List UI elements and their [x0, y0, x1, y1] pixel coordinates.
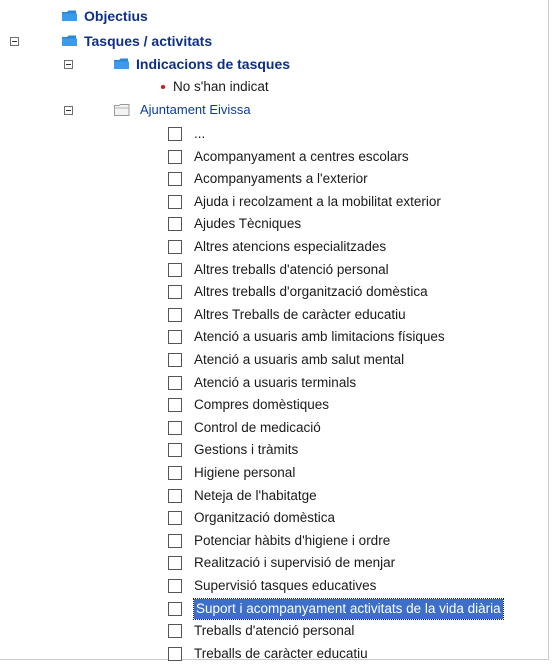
tree-node-label: No s'han indicat — [173, 79, 269, 94]
task-checkbox[interactable] — [168, 240, 182, 254]
task-label: Realització i supervisió de menjar — [194, 555, 396, 570]
task-label: Treballs d'atenció personal — [194, 623, 355, 638]
task-checkbox[interactable] — [168, 421, 182, 435]
task-checkbox[interactable] — [168, 330, 182, 344]
task-label: Neteja de l'habitatge — [194, 488, 317, 503]
task-checkbox[interactable] — [168, 127, 182, 141]
task-label: Compres domèstiques — [194, 397, 330, 412]
task-label: Supervisió tasques educatives — [194, 578, 377, 593]
task-label: Potenciar hàbits d'higiene i ordre — [194, 533, 391, 548]
task-label: Ajudes Tècniques — [194, 216, 302, 231]
task-label: ... — [194, 126, 206, 141]
task-checkbox[interactable] — [168, 217, 182, 231]
folder-icon — [62, 10, 77, 21]
folder-icon — [62, 35, 77, 46]
tree-node-label: Objectius — [84, 8, 148, 24]
task-label: Atenció a usuaris terminals — [194, 375, 357, 390]
tree-panel: Objectius Tasques / activitats Indicacio… — [0, 0, 549, 661]
task-label: Ajuda i recolzament a la mobilitat exter… — [194, 194, 441, 209]
collapse-toggle[interactable] — [64, 60, 73, 69]
task-checkbox[interactable] — [168, 556, 182, 570]
task-label: Control de medicació — [194, 420, 321, 435]
task-checkbox[interactable] — [168, 489, 182, 503]
folder-icon — [114, 58, 129, 69]
task-label: Gestions i tràmits — [194, 442, 299, 457]
task-checkbox[interactable] — [168, 534, 182, 548]
task-checkbox[interactable] — [168, 308, 182, 322]
folder-open-icon — [114, 104, 130, 116]
task-checkbox[interactable] — [168, 466, 182, 480]
task-label: Atenció a usuaris amb limitacions físiqu… — [194, 329, 445, 344]
tree-node-label: Ajuntament Eivissa — [140, 102, 251, 117]
task-checkbox[interactable] — [168, 647, 182, 661]
task-checkbox[interactable] — [168, 150, 182, 164]
task-checkbox[interactable] — [168, 353, 182, 367]
bullet-icon — [161, 85, 165, 89]
task-label: Altres treballs d'organització domèstica — [194, 284, 428, 299]
task-checkbox[interactable] — [168, 602, 182, 616]
tree-node-label: Indicacions de tasques — [136, 56, 291, 72]
collapse-toggle[interactable] — [64, 106, 73, 115]
task-checkbox[interactable] — [168, 579, 182, 593]
task-label: Higiene personal — [194, 465, 296, 480]
task-checkbox[interactable] — [168, 195, 182, 209]
task-label: Atenció a usuaris amb salut mental — [194, 352, 405, 367]
task-checkbox[interactable] — [168, 263, 182, 277]
tree-node-label: Tasques / activitats — [84, 33, 213, 49]
task-label: Treballs de caràcter educatiu — [194, 646, 368, 661]
task-label: Altres atencions especialitzades — [194, 239, 387, 254]
task-checkbox[interactable] — [168, 376, 182, 390]
collapse-toggle[interactable] — [10, 37, 19, 46]
task-label: Suport i acompanyament activitats de la … — [193, 598, 504, 620]
task-checkbox[interactable] — [168, 398, 182, 412]
task-label: Altres treballs d'atenció personal — [194, 262, 389, 277]
task-label: Acompanyament a centres escolars — [194, 149, 409, 164]
task-checkbox[interactable] — [168, 443, 182, 457]
task-checkbox[interactable] — [168, 172, 182, 186]
task-label: Acompanyaments a l'exterior — [194, 171, 368, 186]
task-label: Altres Treballs de caràcter educatiu — [194, 307, 406, 322]
task-label: Organització domèstica — [194, 510, 336, 525]
task-checkbox[interactable] — [168, 285, 182, 299]
task-checkbox[interactable] — [168, 511, 182, 525]
task-checkbox[interactable] — [168, 624, 182, 638]
